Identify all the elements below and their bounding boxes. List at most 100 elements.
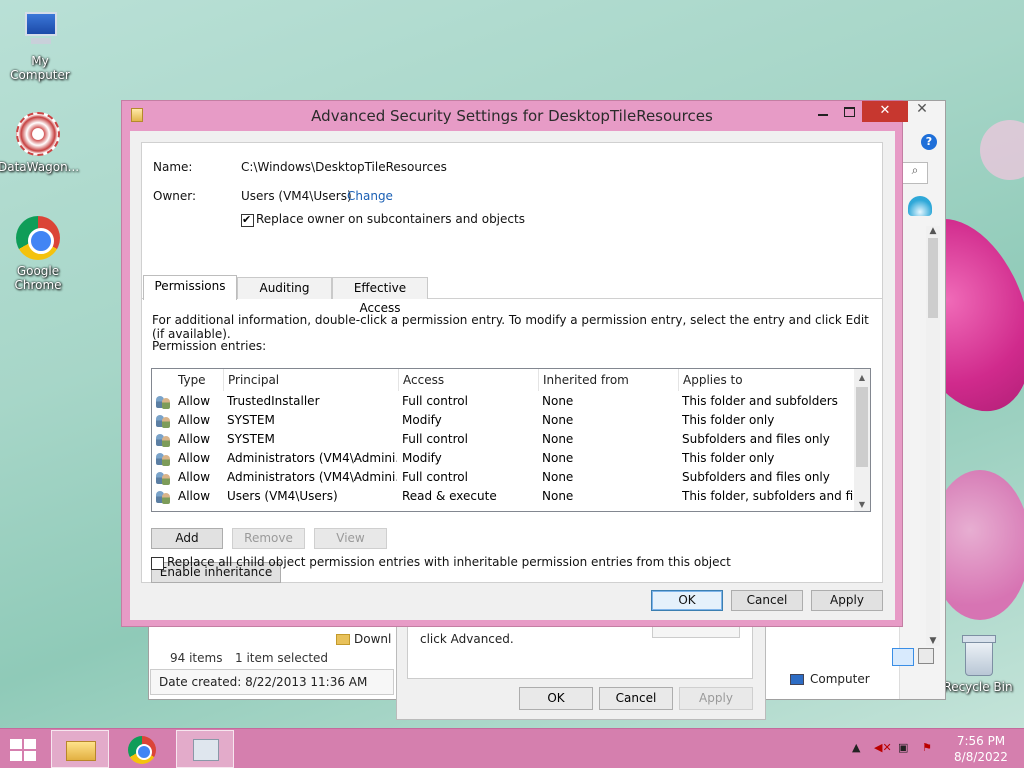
entry-type: Allow [178,470,211,484]
column-header-principal[interactable]: Principal [224,369,399,391]
entry-inherited: None [542,451,574,465]
large-icons-view-icon[interactable] [918,648,934,664]
entry-access: Full control [402,394,468,408]
scroll-thumb[interactable] [928,238,938,318]
close-icon: ✕ [879,103,891,118]
chrome-icon [16,216,60,260]
advanced-security-dialog: Advanced Security Settings for DesktopTi… [121,100,908,627]
column-header-access[interactable]: Access [399,369,539,391]
show-hidden-icons-icon[interactable]: ▲ [852,741,860,754]
view-button[interactable]: View [314,528,387,549]
entry-principal: Administrators (VM4\Admini... [227,451,397,465]
entry-applies-to: This folder only [682,413,775,427]
change-owner-link[interactable]: Change [347,189,393,203]
ok-button[interactable]: OK [651,590,723,611]
desktop-icon-my-computer[interactable]: My Computer [0,12,80,82]
details-view-icon[interactable] [892,648,914,666]
taskbar-chrome[interactable] [114,730,172,768]
scroll-down-icon[interactable]: ▼ [926,636,940,646]
clock-time: 7:56 PM [956,734,1006,748]
scroll-thumb[interactable] [856,387,868,467]
computer-icon [790,674,804,685]
permission-entries-label: Permission entries: [152,339,267,353]
name-value: C:\Windows\DesktopTileResources [241,160,447,174]
permission-entry-row[interactable]: Allow Administrators (VM4\Admini... Modify… [152,449,856,468]
entry-access: Read & execute [402,489,497,503]
entry-type: Allow [178,489,211,503]
entry-inherited: None [542,489,574,503]
wallpaper-flower [980,120,1024,180]
volume-muted-icon[interactable]: ◀✕ [874,741,892,754]
close-button[interactable]: ✕ [862,101,908,122]
entry-principal: Users (VM4\Users) [227,489,338,503]
scroll-up-icon[interactable]: ▲ [926,226,940,236]
tab-permissions[interactable]: Permissions [143,275,237,300]
entry-inherited: None [542,432,574,446]
remove-button[interactable]: Remove [232,528,305,549]
permission-entry-row[interactable]: Allow SYSTEM Modify None This folder only [152,411,856,430]
start-button[interactable] [10,739,38,761]
replace-child-permissions-label: Replace all child object permission entr… [167,555,731,569]
user-group-icon [155,413,171,428]
info-text: For additional information, double-click… [152,313,869,341]
scroll-down-icon[interactable]: ▼ [854,500,870,509]
entry-inherited: None [542,394,574,408]
add-button[interactable]: Add [151,528,223,549]
date-created: Date created: 8/22/2013 11:36 AM [150,669,394,695]
column-header-applies[interactable]: Applies to [679,369,856,391]
permission-entry-row[interactable]: Allow Users (VM4\Users) Read & execute None… [152,487,856,506]
minimize-button[interactable] [810,101,836,122]
chrome-icon [128,736,156,764]
taskbar: ▲ ◀✕ ▣ ⚑ 7:56 PM 8/8/2022 [0,728,1024,768]
permission-entry-row[interactable]: Allow TrustedInstaller Full control None Thi… [152,392,856,411]
folder-icon [66,741,96,761]
help-icon[interactable]: ? [921,134,937,150]
explorer-close-button[interactable]: ✕ [910,101,934,121]
cancel-button[interactable]: Cancel [731,590,803,611]
tab-auditing[interactable]: Auditing [237,277,332,299]
entry-type: Allow [178,432,211,446]
dialog-title: Advanced Security Settings for DesktopTi… [311,107,713,125]
permission-entries-list[interactable]: Type Principal Access Inherited from App… [151,368,871,512]
entry-inherited: None [542,413,574,427]
maximize-button[interactable] [836,101,862,122]
desktop-icon-chrome[interactable]: Google Chrome [0,216,78,292]
permission-entry-row[interactable]: Allow Administrators (VM4\Admini... Full c… [152,468,856,487]
replace-child-permissions-checkbox[interactable] [151,557,164,570]
selection-count: 1 item selected [235,651,329,665]
action-center-icon[interactable]: ⚑ [922,741,932,754]
desktop-icon-label: Recycle Bin [943,680,1013,694]
entry-type: Allow [178,451,211,465]
explorer-scrollbar[interactable]: ▲ ▼ [926,226,940,646]
network-icon[interactable]: ▣ [898,741,908,754]
desktop-icon-datawagon[interactable]: DataWagon... [0,112,79,174]
computer-icon [19,12,61,50]
column-header-type[interactable]: Type [174,369,224,391]
entry-principal: TrustedInstaller [227,394,320,408]
properties-apply-button[interactable]: Apply [679,687,753,710]
desktop-icon-recycle-bin[interactable]: Recycle Bin [938,632,1018,694]
entry-type: Allow [178,394,211,408]
properties-ok-button[interactable]: OK [519,687,593,710]
system-clock[interactable]: 7:56 PM 8/8/2022 [944,733,1018,765]
folder-icon [336,634,350,645]
replace-owner-checkbox[interactable] [241,213,254,227]
properties-cancel-button[interactable]: Cancel [599,687,673,710]
taskbar-file-explorer[interactable] [51,730,109,768]
properties-dialog: click Advanced. OK Cancel Apply [396,614,766,720]
permissions-tab-content: For additional information, double-click… [142,299,882,583]
user-group-icon [155,470,171,485]
apply-button[interactable]: Apply [811,590,883,611]
entry-access: Full control [402,432,468,446]
user-group-icon [155,489,171,504]
entry-access: Full control [402,470,468,484]
taskbar-performance-monitor[interactable] [176,730,234,768]
search-icon[interactable]: ⌕ [902,162,928,184]
download-folder-item[interactable]: Downl [336,632,391,646]
column-header-inherited[interactable]: Inherited from [539,369,679,391]
scroll-up-icon[interactable]: ▲ [854,373,870,382]
list-scrollbar[interactable]: ▲ ▼ [854,369,870,511]
permission-entry-row[interactable]: Allow SYSTEM Full control None Subfolders an… [152,430,856,449]
tab-effective-access[interactable]: Effective Access [332,277,428,315]
title-bar[interactable]: Advanced Security Settings for DesktopTi… [122,101,908,131]
